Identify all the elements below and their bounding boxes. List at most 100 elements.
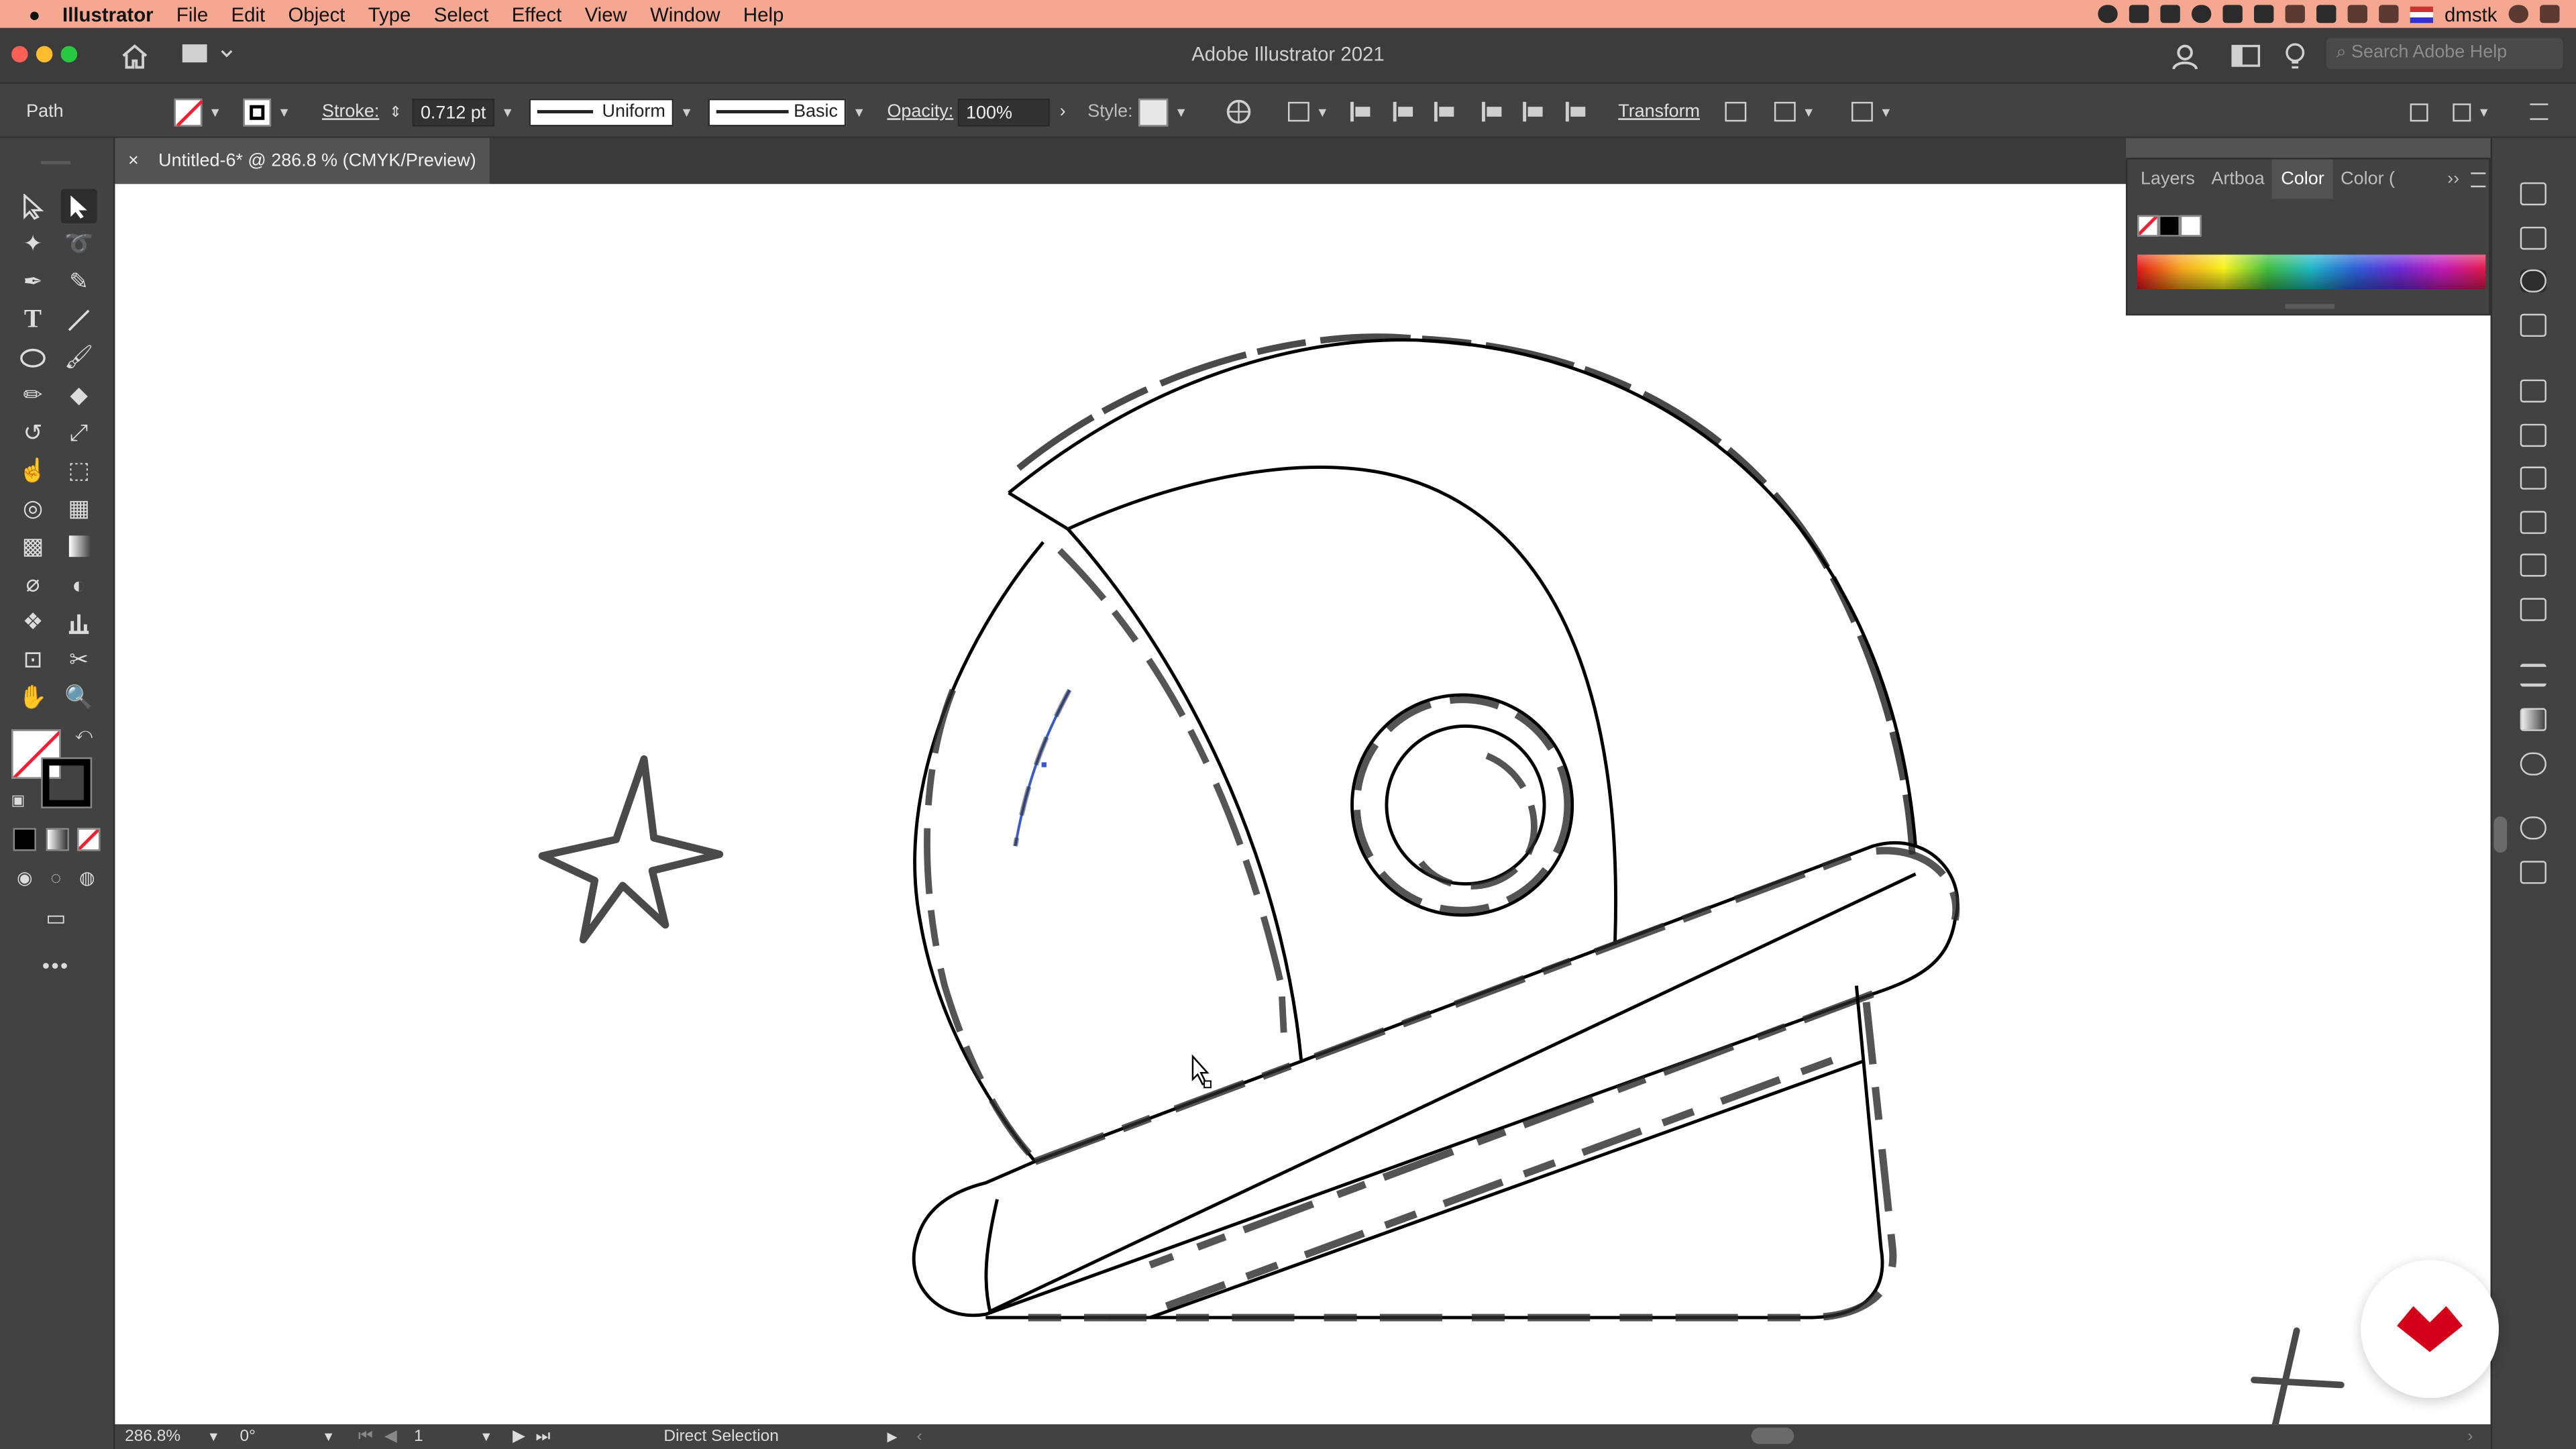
draw-inside-icon[interactable]: ◍: [69, 861, 105, 895]
line-tool-icon[interactable]: [61, 303, 97, 337]
chevron-down-icon[interactable]: ▼: [209, 105, 221, 119]
sync-icon[interactable]: [2191, 5, 2212, 23]
opacity-input[interactable]: 100%: [957, 97, 1050, 126]
align-right-icon[interactable]: [1434, 84, 1457, 140]
change-screen-mode-icon[interactable]: ▭: [38, 900, 74, 934]
color-guide-panel-icon[interactable]: [2520, 313, 2546, 337]
menu-help[interactable]: Help: [743, 3, 784, 25]
close-window-button[interactable]: [11, 46, 28, 63]
pencil-tool-icon[interactable]: ✏: [15, 378, 51, 412]
envelope-distort-icon[interactable]: ▼: [1774, 84, 1815, 140]
spotlight-search-icon[interactable]: [2508, 5, 2528, 23]
creative-cloud-icon[interactable]: [2098, 5, 2118, 23]
hand-tool-icon[interactable]: ✋: [15, 680, 51, 714]
graphic-style-control[interactable]: ▼: [1138, 84, 1187, 140]
artboard-canvas[interactable]: [115, 184, 2491, 1425]
column-graph-tool-icon[interactable]: [61, 604, 97, 639]
menu-app-name[interactable]: Illustrator: [62, 3, 154, 25]
puppet-warp-icon[interactable]: ▼: [1851, 84, 1892, 140]
document-tab[interactable]: × Untitled-6* @ 286.8 % (CMYK/Preview): [115, 138, 490, 184]
next-artboard-icon[interactable]: ▶: [513, 1424, 525, 1449]
scroll-left-icon[interactable]: ‹: [917, 1424, 922, 1449]
skype-icon[interactable]: [2222, 5, 2243, 23]
mesh-tool-icon[interactable]: ▩: [15, 529, 51, 564]
sparkle-sketch[interactable]: [2251, 1327, 2345, 1425]
zoom-dropdown-chevron-icon[interactable]: ▼: [207, 1424, 220, 1449]
menu-window[interactable]: Window: [650, 3, 720, 25]
panel-collapse-icon[interactable]: ››: [2447, 160, 2459, 199]
minimize-window-button[interactable]: [36, 46, 53, 63]
transform-link[interactable]: Transform: [1618, 84, 1700, 140]
fill-color-control[interactable]: ▼: [174, 84, 221, 140]
gradient-panel-icon[interactable]: [2520, 708, 2546, 731]
star-sketch[interactable]: [538, 755, 724, 944]
appearance-panel-icon[interactable]: [2520, 816, 2546, 840]
stroke-panel-icon[interactable]: [2520, 663, 2546, 687]
tab-color-guide[interactable]: Color (: [2332, 160, 2403, 199]
style-swatch[interactable]: [1138, 97, 1169, 126]
chevron-down-icon[interactable]: ▼: [1175, 105, 1187, 119]
screen-icon[interactable]: [2129, 5, 2149, 23]
shape-builder-tool-icon[interactable]: ◎: [15, 491, 51, 525]
align-to-selection-icon[interactable]: ▼: [1288, 84, 1329, 140]
align-top-icon[interactable]: [1481, 84, 1505, 140]
default-fill-stroke-icon[interactable]: ▣: [7, 789, 30, 812]
symbol-sprayer-tool-icon[interactable]: ❖: [15, 604, 51, 639]
align-vertical-center-icon[interactable]: [1523, 84, 1546, 140]
artboard-dropdown-chevron-icon[interactable]: ▼: [480, 1424, 492, 1449]
chevron-down-icon[interactable]: ▼: [853, 105, 865, 119]
magic-wand-tool-icon[interactable]: ✦: [15, 227, 51, 261]
stroke-color-control[interactable]: ▼: [243, 84, 290, 140]
fill-none-swatch[interactable]: [174, 97, 203, 126]
color-panel-icon[interactable]: [2520, 269, 2546, 292]
pathfinder-panel-icon[interactable]: [2520, 423, 2546, 447]
symbols-panel-icon[interactable]: [2520, 598, 2546, 621]
zoom-level-field[interactable]: 286.8%: [125, 1424, 180, 1449]
blend-tool-icon[interactable]: ◐: [61, 567, 97, 601]
chevron-down-icon[interactable]: ▼: [278, 105, 290, 119]
dropbox-icon[interactable]: [2160, 5, 2180, 23]
color-spectrum-bar[interactable]: [2137, 254, 2486, 290]
share-user-icon[interactable]: [2170, 41, 2200, 70]
last-artboard-icon[interactable]: ⏭: [535, 1424, 550, 1449]
airplay-icon[interactable]: [2316, 5, 2337, 23]
free-transform-tool-icon[interactable]: ⬚: [61, 453, 97, 488]
menu-select[interactable]: Select: [434, 3, 489, 25]
workspace-switcher-icon[interactable]: [2231, 44, 2261, 67]
gradient-tool-icon[interactable]: [61, 529, 97, 564]
panel-resize-grip[interactable]: [2285, 304, 2335, 309]
graphic-styles-panel-icon[interactable]: [2520, 861, 2546, 884]
stroke-weight-input[interactable]: 0.712 pt: [412, 97, 495, 126]
status-menu-arrow-icon[interactable]: ▶: [887, 1424, 897, 1449]
selection-tool-icon[interactable]: [15, 189, 51, 223]
color-mode-icon[interactable]: [13, 828, 36, 851]
align-panel-icon[interactable]: [2520, 379, 2546, 403]
artwork[interactable]: [115, 184, 2490, 1425]
menu-edit[interactable]: Edit: [231, 3, 266, 25]
home-icon[interactable]: [120, 43, 150, 69]
stroke-black-swatch[interactable]: [243, 97, 272, 126]
search-adobe-help-input[interactable]: ⌕ Search Adobe Help: [2326, 38, 2563, 69]
apple-menu-icon[interactable]: ●: [23, 3, 46, 25]
chevron-down-icon[interactable]: ▼: [680, 105, 693, 119]
type-tool-icon[interactable]: T: [15, 303, 51, 337]
menu-object[interactable]: Object: [288, 3, 345, 25]
input-source-flag-icon[interactable]: [2410, 5, 2433, 23]
warp-tool-icon[interactable]: ☝: [15, 453, 51, 488]
recolor-artwork-icon[interactable]: [1226, 84, 1252, 140]
layers-panel-icon[interactable]: [2520, 182, 2546, 206]
artboard-number-field[interactable]: 1: [414, 1424, 423, 1449]
zoom-tool-icon[interactable]: 🔍: [61, 680, 97, 714]
menu-file[interactable]: File: [176, 3, 208, 25]
menu-type[interactable]: Type: [368, 3, 411, 25]
brush-definition[interactable]: Basic ▼: [708, 84, 865, 140]
align-horizontal-center-icon[interactable]: [1393, 84, 1416, 140]
edit-toolbar-more-icon[interactable]: •••: [38, 948, 74, 982]
close-document-icon[interactable]: ×: [128, 151, 139, 170]
transform-panel-icon[interactable]: [2520, 466, 2546, 490]
rotation-field[interactable]: 0°: [240, 1424, 256, 1449]
black-swatch[interactable]: [2158, 215, 2180, 237]
user-name[interactable]: dmstk: [2445, 3, 2497, 25]
align-bottom-icon[interactable]: [1565, 84, 1589, 140]
toolbar-grip[interactable]: [41, 161, 71, 164]
